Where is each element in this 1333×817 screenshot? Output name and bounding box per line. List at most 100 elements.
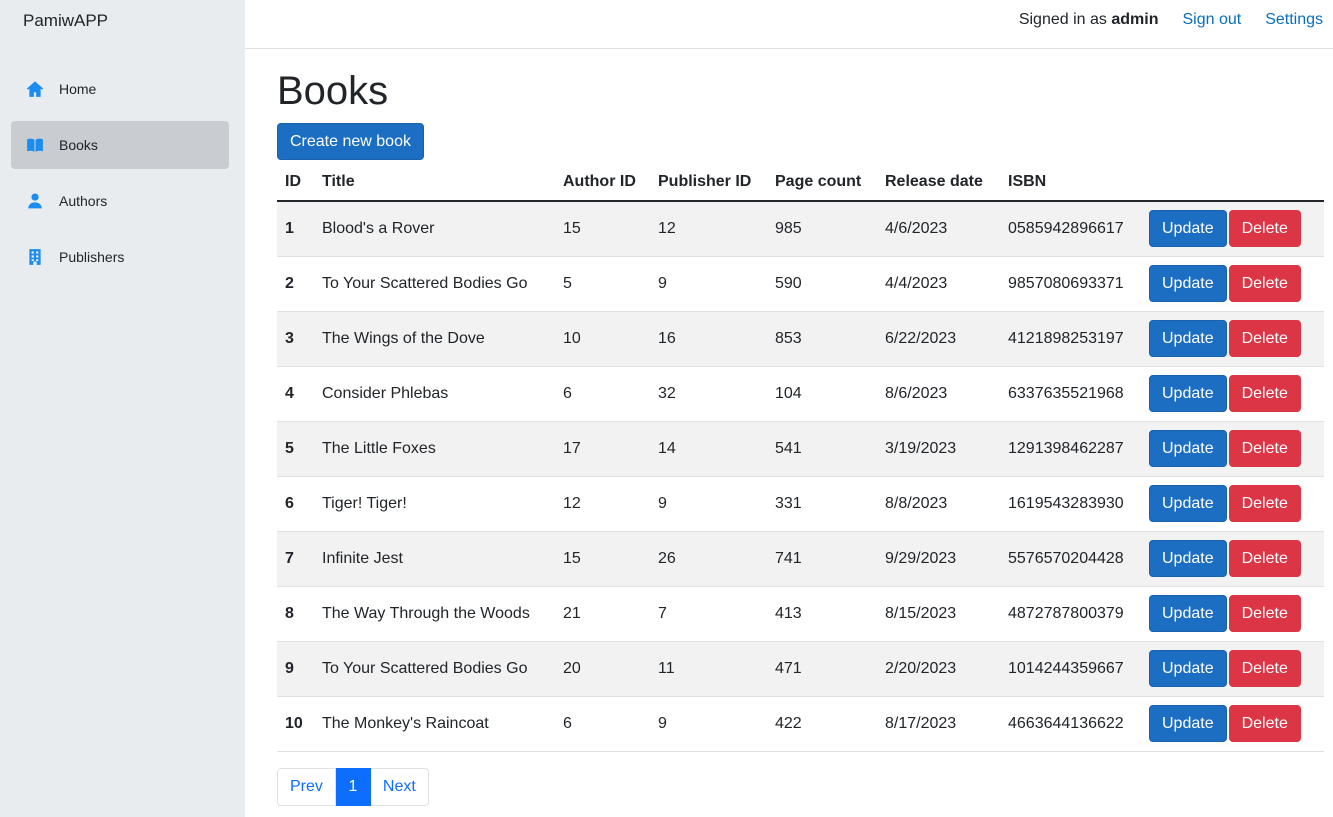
cell-id: 10 <box>277 696 314 752</box>
table-row: 1 Blood's a Rover 15 12 985 4/6/2023 058594289… <box>277 201 1324 257</box>
cell-page-count: 741 <box>767 531 877 587</box>
cell-title: Infinite Jest <box>314 531 555 587</box>
update-button[interactable]: Update <box>1149 485 1227 522</box>
table-row: 7 Infinite Jest 15 26 741 9/29/2023 5576570204… <box>277 531 1324 587</box>
cell-isbn: 1619543283930 <box>1000 476 1141 532</box>
cell-isbn: 1014244359667 <box>1000 641 1141 697</box>
update-button[interactable]: Update <box>1149 210 1227 248</box>
sidebar-item-home[interactable]: Home <box>11 65 229 113</box>
books-table: ID Title Author ID Publisher ID Page cou… <box>277 163 1324 752</box>
delete-button[interactable]: Delete <box>1228 595 1301 632</box>
cell-publisher-id: 26 <box>650 531 767 587</box>
prev-page-button[interactable]: Prev <box>277 768 336 806</box>
update-button[interactable]: Update <box>1149 650 1227 687</box>
cell-actions: Update Delete <box>1141 256 1324 312</box>
building-icon <box>25 247 45 267</box>
cell-actions: Update Delete <box>1141 586 1324 642</box>
app-brand[interactable]: PamiwAPP <box>23 11 108 31</box>
cell-release-date: 2/20/2023 <box>877 641 1000 697</box>
cell-author-id: 21 <box>555 586 650 642</box>
sidebar-item-books[interactable]: Books <box>11 121 229 169</box>
cell-publisher-id: 11 <box>650 641 767 697</box>
cell-release-date: 3/19/2023 <box>877 421 1000 477</box>
column-header-title: Title <box>314 163 555 202</box>
table-body: 1 Blood's a Rover 15 12 985 4/6/2023 058594289… <box>277 201 1324 752</box>
delete-button[interactable]: Delete <box>1228 265 1301 302</box>
column-header-author-id: Author ID <box>555 163 650 202</box>
delete-button[interactable]: Delete <box>1228 485 1301 522</box>
cell-actions: Update Delete <box>1141 641 1324 697</box>
cell-isbn: 0585942896617 <box>1000 201 1141 257</box>
sidebar-item-label: Authors <box>59 193 108 209</box>
delete-button[interactable]: Delete <box>1228 705 1301 742</box>
cell-release-date: 8/15/2023 <box>877 586 1000 642</box>
cell-title: The Wings of the Dove <box>314 311 555 367</box>
cell-title: The Way Through the Woods <box>314 586 555 642</box>
book-icon <box>25 135 45 155</box>
cell-page-count: 853 <box>767 311 877 367</box>
delete-button[interactable]: Delete <box>1228 650 1301 687</box>
update-button[interactable]: Update <box>1149 430 1227 467</box>
cell-author-id: 5 <box>555 256 650 312</box>
cell-author-id: 6 <box>555 696 650 752</box>
cell-author-id: 15 <box>555 531 650 587</box>
cell-publisher-id: 9 <box>650 256 767 312</box>
cell-page-count: 590 <box>767 256 877 312</box>
column-header-page-count: Page count <box>767 163 877 202</box>
cell-page-count: 104 <box>767 366 877 422</box>
cell-isbn: 6337635521968 <box>1000 366 1141 422</box>
cell-title: Consider Phlebas <box>314 366 555 422</box>
table-row: 9 To Your Scattered Bodies Go 20 11 471 2/20/… <box>277 641 1324 697</box>
cell-publisher-id: 14 <box>650 421 767 477</box>
cell-author-id: 6 <box>555 366 650 422</box>
signed-in-prefix: Signed in as <box>1018 11 1112 28</box>
update-button[interactable]: Update <box>1149 540 1227 577</box>
cell-id: 6 <box>277 476 314 532</box>
update-button[interactable]: Update <box>1149 375 1227 412</box>
cell-author-id: 15 <box>555 201 650 257</box>
cell-page-count: 331 <box>767 476 877 532</box>
update-button[interactable]: Update <box>1149 320 1227 357</box>
settings-link[interactable]: Settings <box>1265 11 1323 29</box>
page-title: Books <box>277 69 389 113</box>
cell-release-date: 8/8/2023 <box>877 476 1000 532</box>
delete-button[interactable]: Delete <box>1228 430 1301 467</box>
home-icon <box>25 79 45 99</box>
cell-isbn: 5576570204428 <box>1000 531 1141 587</box>
column-header-isbn: ISBN <box>1000 163 1141 202</box>
update-button[interactable]: Update <box>1149 265 1227 302</box>
pagination: Prev 1 Next <box>277 768 429 806</box>
sign-out-link[interactable]: Sign out <box>1182 11 1241 29</box>
cell-author-id: 17 <box>555 421 650 477</box>
sidebar-item-publishers[interactable]: Publishers <box>11 233 229 281</box>
cell-actions: Update Delete <box>1141 531 1324 587</box>
delete-button[interactable]: Delete <box>1228 540 1301 577</box>
cell-publisher-id: 12 <box>650 201 767 257</box>
cell-page-count: 541 <box>767 421 877 477</box>
table-row: 3 The Wings of the Dove 10 16 853 6/22/2023 41… <box>277 311 1324 367</box>
cell-page-count: 413 <box>767 586 877 642</box>
table-row: 8 The Way Through the Woods 21 7 413 8/15/202… <box>277 586 1324 642</box>
sidebar-item-label: Home <box>59 81 97 97</box>
cell-id: 9 <box>277 641 314 697</box>
cell-isbn: 9857080693371 <box>1000 256 1141 312</box>
update-button[interactable]: Update <box>1149 705 1227 742</box>
delete-button[interactable]: Delete <box>1228 210 1301 248</box>
cell-actions: Update Delete <box>1141 201 1324 257</box>
cell-actions: Update Delete <box>1141 366 1324 422</box>
cell-isbn: 4121898253197 <box>1000 311 1141 367</box>
delete-button[interactable]: Delete <box>1228 320 1301 357</box>
sidebar-item-authors[interactable]: Authors <box>11 177 229 225</box>
update-button[interactable]: Update <box>1149 595 1227 632</box>
cell-release-date: 4/4/2023 <box>877 256 1000 312</box>
cell-publisher-id: 16 <box>650 311 767 367</box>
cell-title: The Monkey's Raincoat <box>314 696 555 752</box>
table-row: 4 Consider Phlebas 6 32 104 8/6/2023 633763552… <box>277 366 1324 422</box>
delete-button[interactable]: Delete <box>1228 375 1301 412</box>
cell-id: 3 <box>277 311 314 367</box>
cell-isbn: 1291398462287 <box>1000 421 1141 477</box>
current-page-button[interactable]: 1 <box>335 768 371 806</box>
create-book-button[interactable]: Create new book <box>277 123 424 160</box>
next-page-button[interactable]: Next <box>370 768 429 806</box>
cell-author-id: 20 <box>555 641 650 697</box>
